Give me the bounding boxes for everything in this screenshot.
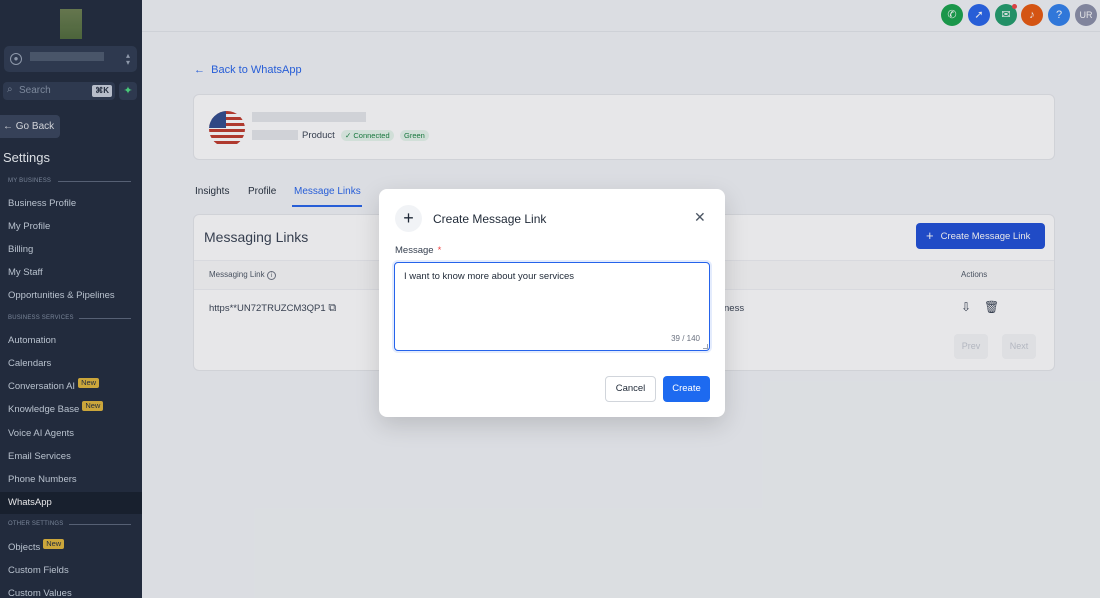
message-textarea[interactable]: I want to know more about your services …: [394, 262, 710, 351]
cancel-button[interactable]: Cancel: [605, 376, 656, 402]
resize-handle[interactable]: [703, 344, 708, 349]
create-button[interactable]: Create: [663, 376, 710, 402]
modal-title: Create Message Link: [433, 212, 547, 226]
close-icon[interactable]: ✕: [694, 210, 706, 224]
required-mark: *: [437, 245, 442, 256]
label-text: Message: [395, 245, 434, 256]
create-message-link-modal: + Create Message Link ✕ Message * I want …: [379, 189, 725, 417]
plus-icon: +: [395, 205, 422, 232]
message-value: I want to know more about your services: [404, 271, 575, 282]
character-counter: 39 / 140: [671, 334, 700, 343]
message-label: Message *: [395, 245, 441, 256]
